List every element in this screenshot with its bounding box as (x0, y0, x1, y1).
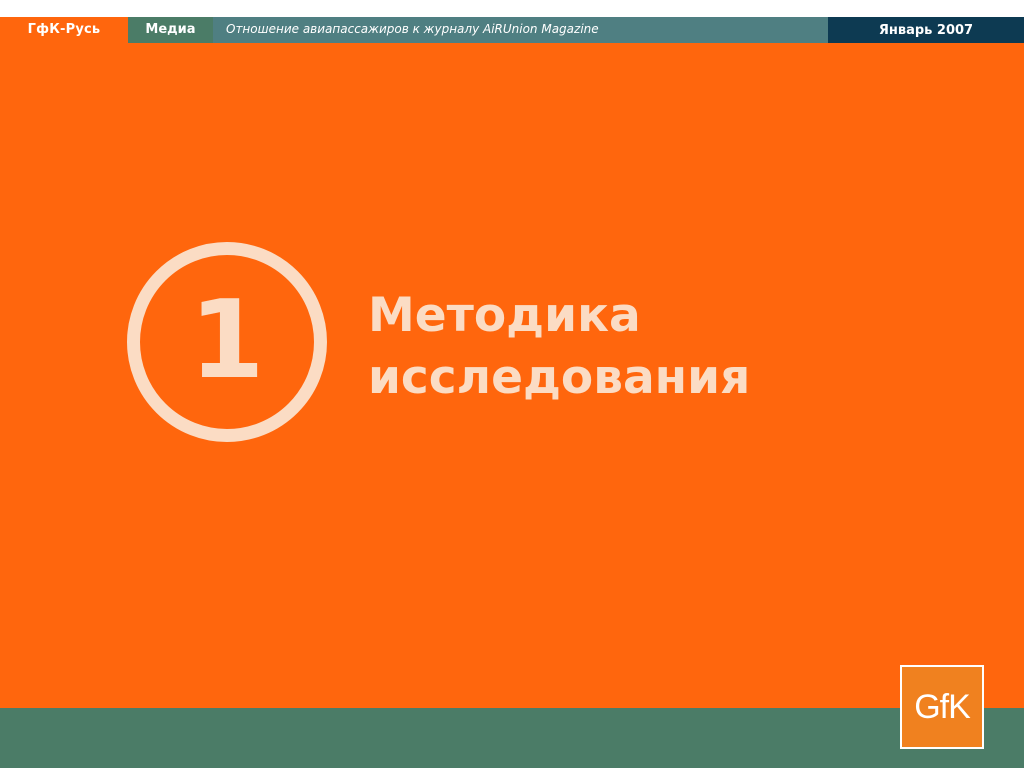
section-title-line-2: исследования (368, 350, 751, 405)
header-title: Отношение авиапассажиров к журналу AiRUn… (213, 17, 828, 43)
section-number: 1 (189, 278, 265, 403)
section-title: Методика исследования (368, 285, 750, 409)
header-brand: ГфК-Русь (0, 17, 128, 43)
top-strip (0, 0, 1024, 17)
section-number-circle: 1 (127, 242, 327, 442)
gfk-logo: GfK (900, 665, 984, 749)
gfk-logo-text: GfK (902, 667, 982, 747)
header-section: Медиа (128, 17, 213, 43)
section-title-line-1: Методика (368, 288, 641, 343)
header-bar: ГфК-Русь Медиа Отношение авиапассажиров … (0, 17, 1024, 43)
slide: ГфК-Русь Медиа Отношение авиапассажиров … (0, 0, 1024, 768)
footer-band (0, 708, 1024, 768)
header-date: Январь 2007 (828, 17, 1024, 43)
